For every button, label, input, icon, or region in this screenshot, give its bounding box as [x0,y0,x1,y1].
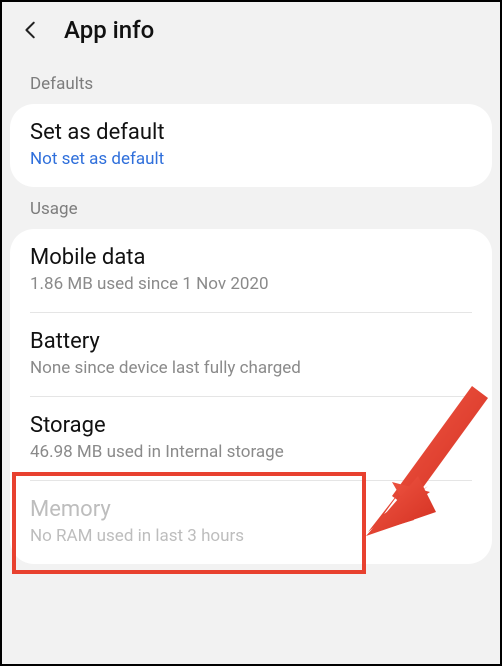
page-title: App info [64,16,154,44]
row-title: Storage [30,413,472,438]
row-set-as-default[interactable]: Set as default Not set as default [10,104,492,187]
row-sub: 46.98 MB used in Internal storage [30,442,472,462]
row-title: Mobile data [30,245,472,270]
row-memory[interactable]: Memory No RAM used in last 3 hours [10,481,492,564]
back-icon[interactable] [20,19,42,41]
row-battery[interactable]: Battery None since device last fully cha… [10,313,492,396]
row-storage[interactable]: Storage 46.98 MB used in Internal storag… [10,397,492,480]
section-label-defaults: Defaults [2,62,500,104]
row-sub: None since device last fully charged [30,358,472,378]
row-sub: 1.86 MB used since 1 Nov 2020 [30,274,472,294]
section-label-usage: Usage [2,187,500,229]
header: App info [2,2,500,62]
defaults-card: Set as default Not set as default [10,104,492,187]
row-title: Battery [30,329,472,354]
row-sub: No RAM used in last 3 hours [30,526,472,546]
row-title: Set as default [30,120,472,145]
row-mobile-data[interactable]: Mobile data 1.86 MB used since 1 Nov 202… [10,229,492,312]
usage-card: Mobile data 1.86 MB used since 1 Nov 202… [10,229,492,564]
row-sub: Not set as default [30,149,472,169]
row-title: Memory [30,497,472,522]
